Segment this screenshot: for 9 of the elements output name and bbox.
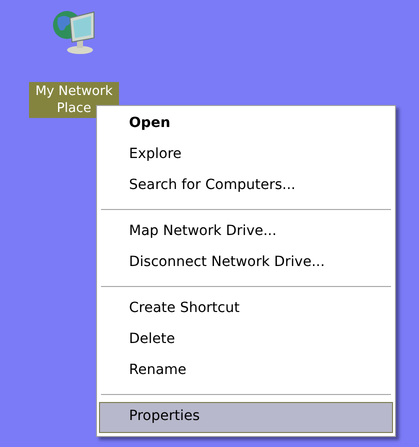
icon-label[interactable]: My Network Place [29, 82, 119, 118]
menu-item[interactable]: Create Shortcut [99, 294, 393, 325]
menu-item[interactable]: Search for Computers... [99, 171, 393, 202]
menu-item[interactable]: Map Network Drive... [99, 217, 393, 248]
menu-item[interactable]: Delete [99, 325, 393, 356]
menu-item[interactable]: Rename [99, 356, 393, 387]
menu-item[interactable]: Disconnect Network Drive... [99, 248, 393, 279]
menu-item[interactable]: Explore [99, 140, 393, 171]
menu-item[interactable]: Properties [99, 402, 393, 433]
